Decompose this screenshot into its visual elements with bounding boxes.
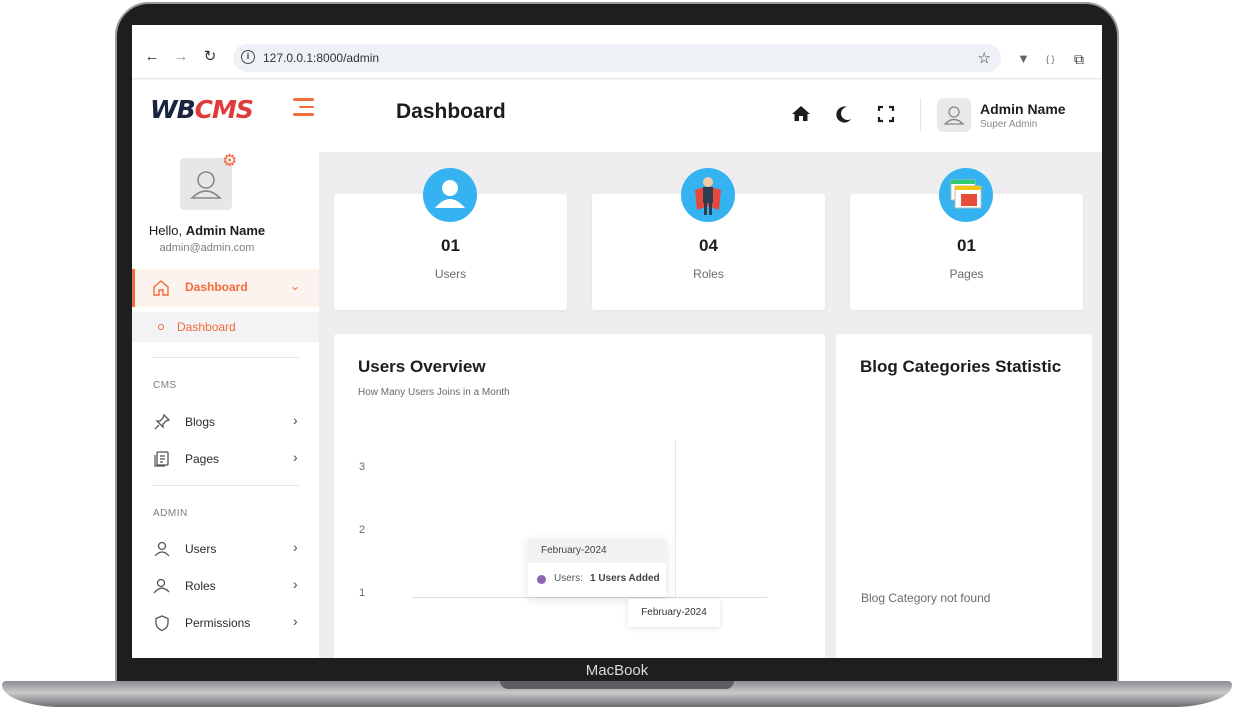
stat-label: Roles [693, 267, 724, 281]
chevron-right-icon: › [293, 539, 298, 555]
stat-label: Pages [949, 267, 984, 281]
chevron-down-icon: ⌄ [290, 279, 301, 293]
user-role-icon [153, 578, 170, 594]
roles-badge-icon [681, 168, 735, 222]
sidebar-item-users[interactable]: Users › [132, 536, 319, 562]
pages-icon [154, 451, 169, 467]
laptop-notch [500, 681, 734, 689]
tooltip-title: February-2024 [528, 539, 666, 563]
browser-toolbar: ← → ↻ i 127.0.0.1:8000/admin ☆ ▼ { } ⧉ [132, 25, 1102, 79]
home-icon [153, 280, 169, 296]
header-divider [920, 98, 921, 132]
panel-subtitle: How Many Users Joins in a Month [358, 387, 510, 398]
series-marker [537, 575, 546, 584]
extension-v-icon[interactable]: ▼ [1017, 51, 1030, 66]
bookmark-star-icon[interactable]: ☆ [978, 49, 991, 67]
sidebar-email: admin@admin.com [159, 242, 255, 254]
header-user-name[interactable]: Admin Name [980, 101, 1066, 117]
header-avatar[interactable] [937, 98, 971, 132]
url-text: 127.0.0.1:8000/admin [263, 51, 380, 65]
y-tick-label: 1 [359, 587, 366, 599]
logo-accent: CMS [194, 95, 254, 124]
sidebar-divider [153, 485, 299, 486]
stat-card-roles[interactable]: 04 Roles [592, 168, 825, 310]
dark-mode-moon-icon[interactable] [834, 104, 854, 124]
chevron-right-icon: › [293, 613, 298, 629]
sidebar-section-heading: ADMIN [153, 508, 188, 519]
stat-value: 01 [957, 236, 976, 255]
pin-icon [154, 413, 171, 430]
brand-logo[interactable]: WBCMS [150, 95, 254, 124]
sidebar-item-label: Users [185, 542, 217, 556]
blog-categories-panel: Blog Categories Statistic Blog Category … [836, 334, 1092, 658]
stat-value: 04 [699, 236, 718, 255]
user-avatar-icon [943, 106, 965, 125]
sidebar-item-label: Blogs [185, 415, 216, 429]
settings-gear-icon[interactable]: ⚙ [222, 152, 240, 170]
sidebar-item-label: Dashboard [185, 280, 248, 294]
crosshair-line [675, 440, 676, 597]
header-user-role: Super Admin [980, 119, 1038, 130]
extensions-puzzle-icon[interactable]: ⧉ [1074, 51, 1084, 68]
sidebar-subitem-label: Dashboard [177, 320, 236, 334]
sidebar-item-blogs[interactable]: Blogs › [132, 409, 319, 435]
sidebar-item-label: Permissions [185, 616, 251, 630]
screen: ← → ↻ i 127.0.0.1:8000/admin ☆ ▼ { } ⧉ W… [132, 25, 1102, 658]
logo-main: WB [150, 95, 196, 124]
tooltip-value: 1 Users Added [590, 573, 660, 584]
back-icon[interactable]: ← [143, 48, 161, 66]
fullscreen-icon[interactable] [876, 104, 896, 124]
sidebar-item-pages[interactable]: Pages › [132, 446, 319, 472]
address-bar[interactable]: i 127.0.0.1:8000/admin ☆ [233, 44, 1001, 72]
stat-label: Users [434, 267, 467, 281]
greeting-prefix: Hello, [148, 223, 183, 238]
panel-title: Blog Categories Statistic [860, 357, 1062, 376]
x-axis-line [412, 597, 767, 598]
extension-braces-icon[interactable]: { } [1046, 54, 1055, 64]
empty-state-message: Blog Category not found [861, 591, 991, 605]
menu-toggle-icon[interactable] [293, 98, 314, 116]
stat-card-pages[interactable]: 01 Pages [850, 168, 1083, 310]
shield-icon [155, 615, 169, 632]
sidebar-divider [153, 357, 299, 358]
stat-card-users[interactable]: 01 Users [334, 168, 567, 310]
sidebar-greeting: Hello, Admin Name [132, 223, 282, 238]
x-axis-tooltip: February-2024 [628, 599, 720, 627]
user-icon [154, 541, 170, 557]
device-label: MacBook [585, 662, 649, 679]
main-content: 01 Users 04 Roles 01 Pages Users Overvie… [319, 152, 1102, 658]
chevron-right-icon: › [293, 576, 298, 592]
page-title: Dashboard [396, 100, 506, 123]
chevron-right-icon: › [293, 449, 298, 465]
app-header: WBCMS Dashboard Admin Name Super Admin [132, 80, 1102, 152]
sidebar-item-label: Pages [185, 452, 220, 466]
site-info-icon[interactable]: i [241, 50, 255, 64]
stat-value: 01 [441, 236, 460, 255]
tooltip-label: Users: [554, 573, 583, 584]
sidebar-item-roles[interactable]: Roles › [132, 573, 319, 599]
y-tick-label: 3 [359, 461, 366, 473]
pages-badge-icon [939, 168, 993, 222]
users-overview-panel: Users Overview How Many Users Joins in a… [334, 334, 825, 658]
sidebar-item-label: Roles [185, 579, 216, 593]
greeting-name: Admin Name [185, 223, 266, 238]
sidebar-item-permissions[interactable]: Permissions › [132, 610, 319, 636]
chart-tooltip: February-2024 Users: 1 Users Added [528, 539, 666, 597]
panel-title: Users Overview [358, 357, 486, 376]
sidebar-section-heading: CMS [153, 380, 177, 391]
chevron-right-icon: › [293, 412, 298, 428]
y-tick-label: 2 [359, 524, 366, 536]
home-icon[interactable] [791, 104, 811, 124]
sidebar-subitem-dashboard[interactable]: Dashboard [132, 312, 319, 342]
sidebar: ⚙ Hello, Admin Name admin@admin.com Dash… [132, 152, 319, 658]
bullet-icon [158, 324, 164, 330]
sidebar-item-dashboard[interactable]: Dashboard ⌄ [132, 269, 319, 307]
reload-icon[interactable]: ↻ [201, 48, 219, 66]
users-badge-icon [423, 168, 477, 222]
forward-icon[interactable]: → [172, 48, 190, 66]
